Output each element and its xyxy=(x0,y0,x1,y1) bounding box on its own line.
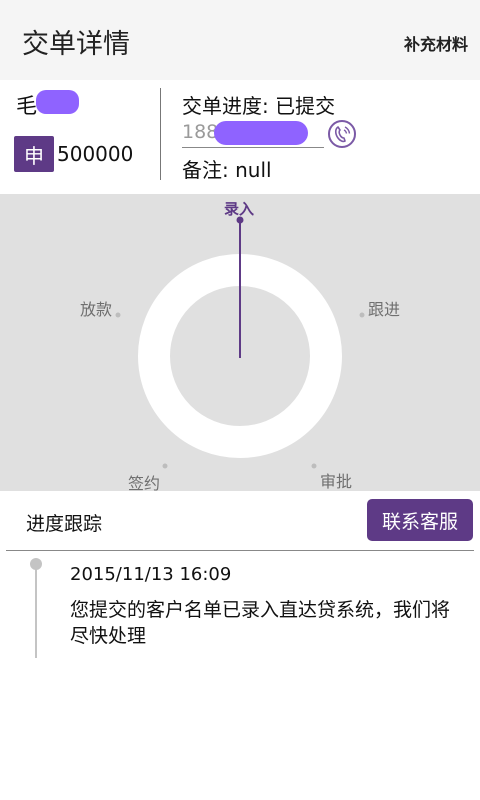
applicant-surname: 毛 xyxy=(16,94,37,118)
stage-entry-label: 录入 xyxy=(224,200,255,218)
application-type-badge: 申 xyxy=(14,136,54,172)
applicant-name: 毛 xyxy=(16,90,79,118)
tracking-divider xyxy=(6,550,474,551)
tracking-title: 进度跟踪 xyxy=(26,513,103,535)
timeline-dot xyxy=(30,558,42,570)
timeline-line xyxy=(35,564,37,658)
phone-prefix: 188 xyxy=(182,121,219,143)
order-progress-status: 交单进度: 已提交 xyxy=(182,94,336,118)
progress-dial: 录入 跟进 审批 签约 放款 xyxy=(0,194,480,493)
timeline-entry-time: 2015/11/13 16:09 xyxy=(70,564,232,585)
tracking-timeline: 2015/11/13 16:09 您提交的客户名单已录入直达贷系统，我们将尽快处… xyxy=(0,552,480,672)
timeline-entry-text: 您提交的客户名单已录入直达贷系统，我们将尽快处理 xyxy=(70,599,451,647)
page-title: 交单详情 xyxy=(22,29,130,60)
stage-followup-label: 跟进 xyxy=(368,300,401,319)
name-redaction-mask xyxy=(36,90,79,114)
contact-support-button[interactable]: 联系客服 xyxy=(367,499,473,541)
progress-tracking-header: 进度跟踪 联系客服 xyxy=(0,491,480,551)
dial-graphic xyxy=(115,216,365,469)
stage-approval-label: 审批 xyxy=(320,472,353,491)
order-remark: 备注: null xyxy=(182,158,272,182)
dial-dot-contract xyxy=(162,463,168,469)
stage-disbursement-label: 放款 xyxy=(80,300,113,319)
info-divider xyxy=(160,88,161,180)
dial-dot-approval xyxy=(311,463,317,469)
supplement-materials-button[interactable]: 补充材料 xyxy=(404,31,468,55)
phone-call-icon[interactable] xyxy=(328,120,356,148)
order-info-panel: 毛 申 500000 交单进度: 已提交 188 备注: null xyxy=(0,80,480,194)
dial-dot-disbursement xyxy=(115,312,121,318)
phone-field: 188 xyxy=(182,120,324,148)
loan-amount: 500000 xyxy=(57,142,134,166)
dial-dot-followup xyxy=(359,312,365,318)
app-bar: 交单详情 补充材料 xyxy=(0,0,480,80)
phone-redaction-mask xyxy=(214,121,308,145)
